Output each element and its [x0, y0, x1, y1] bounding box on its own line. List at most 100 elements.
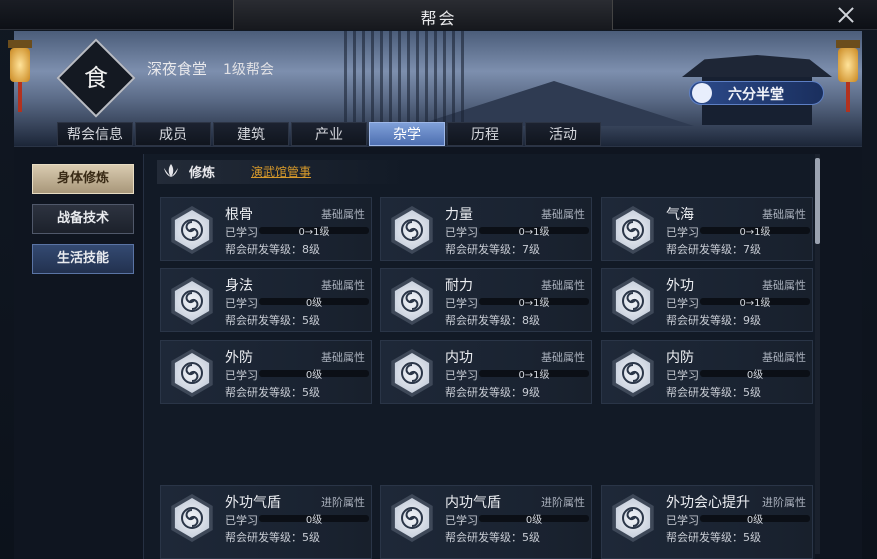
skill-name: 力量 — [445, 207, 473, 223]
skill-name: 根骨 — [225, 207, 253, 223]
skill-type: 基础属性 — [321, 208, 365, 221]
learned-label: 已学习 — [225, 369, 258, 382]
tab-misc-studies[interactable]: 杂学 — [369, 122, 445, 146]
swirl-icon — [622, 507, 644, 529]
skill-name: 耐力 — [445, 278, 473, 294]
swirl-icon — [622, 290, 644, 312]
research-level: 帮会研发等级：7级 — [445, 243, 540, 256]
skill-card[interactable]: 外功 基础属性 已学习 0→1级 帮会研发等级：9级 — [601, 268, 813, 332]
window-title: 帮会 — [420, 9, 457, 28]
tab-history[interactable]: 历程 — [447, 122, 523, 146]
research-level: 帮会研发等级：9级 — [666, 314, 761, 327]
skill-progress: 0级 — [746, 370, 764, 381]
swirl-icon — [401, 290, 423, 312]
swirl-icon — [401, 507, 423, 529]
learned-label: 已学习 — [445, 226, 478, 239]
skill-name: 内功 — [445, 350, 473, 366]
skill-progress: 0级 — [305, 515, 323, 526]
scrollbar-thumb[interactable] — [815, 158, 820, 244]
skill-type: 进阶属性 — [762, 496, 806, 509]
skill-type: 基础属性 — [541, 351, 585, 364]
location-badge[interactable]: 六分半堂 — [689, 81, 824, 105]
subnav-life-skills[interactable]: 生活技能 — [32, 244, 134, 274]
learned-label: 已学习 — [666, 369, 699, 382]
skill-name: 外防 — [225, 350, 253, 366]
research-level: 帮会研发等级：5级 — [225, 386, 320, 399]
skill-type: 基础属性 — [762, 279, 806, 292]
skill-type: 基础属性 — [762, 351, 806, 364]
swirl-icon — [622, 362, 644, 384]
skill-card[interactable]: 根骨 基础属性 已学习 0→1级 帮会研发等级：8级 — [160, 197, 372, 261]
lantern-icon — [8, 40, 32, 120]
learned-label: 已学习 — [666, 226, 699, 239]
skill-type: 基础属性 — [541, 208, 585, 221]
skill-progress: 0→1级 — [298, 227, 330, 238]
research-level: 帮会研发等级：5级 — [666, 531, 761, 544]
research-level: 帮会研发等级：5级 — [225, 314, 320, 327]
tab-activities[interactable]: 活动 — [525, 122, 601, 146]
skill-card[interactable]: 内功气盾 进阶属性已学习 0级帮会研发等级：5级 — [380, 485, 592, 559]
skill-name: 外功 — [666, 278, 694, 294]
tab-buildings[interactable]: 建筑 — [213, 122, 289, 146]
skill-name: 气海 — [666, 207, 694, 223]
title-bar: 帮会 — [0, 0, 877, 30]
learned-label: 已学习 — [225, 297, 258, 310]
swirl-icon — [181, 507, 203, 529]
skill-progress: 0→1级 — [739, 227, 771, 238]
skill-card[interactable]: 外防 基础属性已学习 0级帮会研发等级：5级 — [160, 340, 372, 404]
skill-progress: 0级 — [746, 515, 764, 526]
skill-name: 内功气盾 — [445, 495, 501, 511]
skill-card[interactable]: 力量 基础属性 已学习 0→1级 帮会研发等级：7级 — [380, 197, 592, 261]
swirl-icon — [181, 219, 203, 241]
subnav-body-training[interactable]: 身体修炼 — [32, 164, 134, 194]
guild-window: 帮会 食 深夜食堂 1级帮会 六分半堂 帮会信息 成员 建筑 产业 杂学 历程 … — [0, 0, 877, 559]
section-title: 修炼 — [189, 166, 216, 181]
skill-type: 基础属性 — [321, 351, 365, 364]
location-name: 六分半堂 — [728, 87, 784, 103]
learned-label: 已学习 — [445, 514, 478, 527]
research-level: 帮会研发等级：5级 — [225, 531, 320, 544]
research-level: 帮会研发等级：5级 — [666, 386, 761, 399]
skill-type: 进阶属性 — [541, 496, 585, 509]
research-level: 帮会研发等级：9级 — [445, 386, 540, 399]
skill-name: 外功会心提升 — [666, 495, 750, 511]
skill-card[interactable]: 气海 基础属性 已学习 0→1级 帮会研发等级：7级 — [601, 197, 813, 261]
skill-progress: 0级 — [305, 370, 323, 381]
skill-card[interactable]: 内防 基础属性已学习 0级帮会研发等级：5级 — [601, 340, 813, 404]
learned-label: 已学习 — [445, 297, 478, 310]
skill-progress: 0→1级 — [518, 370, 550, 381]
research-level: 帮会研发等级：7级 — [666, 243, 761, 256]
tab-industry[interactable]: 产业 — [291, 122, 367, 146]
close-icon[interactable] — [837, 6, 855, 24]
learned-label: 已学习 — [225, 514, 258, 527]
lantern-icon — [836, 40, 860, 120]
skill-name: 身法 — [225, 278, 253, 294]
learned-label: 已学习 — [225, 226, 258, 239]
swirl-icon — [181, 362, 203, 384]
npc-link[interactable]: 演武馆管事 — [251, 163, 311, 180]
skill-progress: 0级 — [525, 515, 543, 526]
subnav-combat-tech[interactable]: 战备技术 — [32, 204, 134, 234]
skill-card[interactable]: 外功会心提升 进阶属性 已学习 0级 帮会研发等级：5级 — [601, 485, 813, 559]
research-level: 帮会研发等级：8级 — [445, 314, 540, 327]
tab-guild-info[interactable]: 帮会信息 — [57, 122, 133, 146]
skill-card[interactable]: 身法 基础属性 已学习 0级 帮会研发等级：5级 — [160, 268, 372, 332]
swirl-icon — [181, 290, 203, 312]
sub-navigation: 身体修炼 战备技术 生活技能 — [32, 164, 134, 284]
skill-card[interactable]: 外功气盾 进阶属性 已学习 0级 帮会研发等级：5级 — [160, 485, 372, 559]
guild-emblem-glyph: 食 — [84, 64, 108, 92]
skill-name: 内防 — [666, 350, 694, 366]
skill-card[interactable]: 内功 基础属性 已学习 0→1级 帮会研发等级：9级 — [380, 340, 592, 404]
skill-progress: 0→1级 — [518, 298, 550, 309]
guild-level: 1级帮会 — [223, 62, 274, 78]
skill-card[interactable]: 耐力 基础属性 已学习 0→1级 帮会研发等级：8级 — [380, 268, 592, 332]
skill-name: 外功气盾 — [225, 495, 281, 511]
swirl-icon — [401, 219, 423, 241]
swirl-icon — [622, 219, 644, 241]
research-level: 帮会研发等级：5级 — [445, 531, 540, 544]
wave-icon — [692, 83, 712, 103]
lotus-icon — [164, 164, 178, 177]
skill-progress: 0→1级 — [739, 298, 771, 309]
tab-members[interactable]: 成员 — [135, 122, 211, 146]
skill-progress: 0级 — [305, 298, 323, 309]
